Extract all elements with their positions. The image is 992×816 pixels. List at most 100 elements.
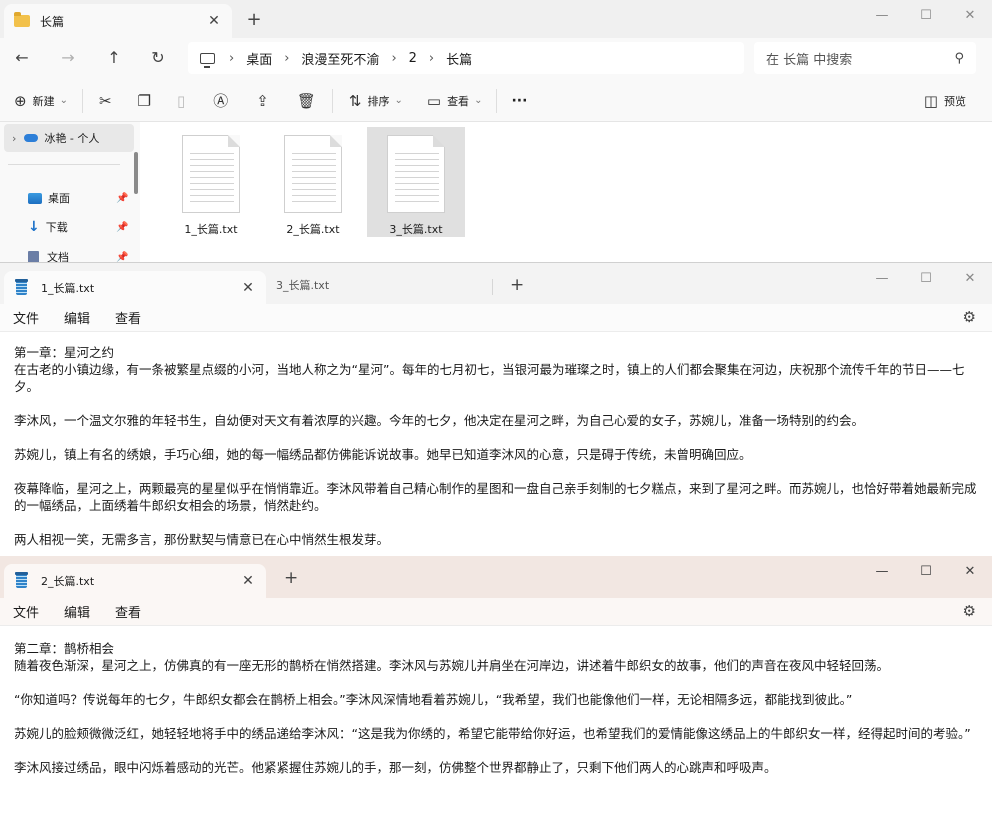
breadcrumb-separator: › — [229, 50, 235, 66]
text-editor[interactable]: 第二章：鹊桥相会 随着夜色渐深，星河之上，仿佛真的有一座无形的鹊桥在悄然搭建。李… — [14, 640, 986, 776]
breadcrumb-separator: › — [391, 50, 397, 66]
file-item[interactable]: 2_长篇.txt — [264, 127, 362, 237]
text-editor[interactable]: 第一章：星河之约 在古老的小镇边缘，有一条被繁星点缀的小河，当地人称之为“星河”… — [14, 344, 986, 548]
chevron-right-icon: › — [12, 131, 17, 145]
notepad-menubar: 文件 编辑 查看 ⚙ — [0, 598, 992, 626]
explorer-titlebar: 长篇 ✕ + — ☐ ✕ — [0, 0, 992, 38]
delete-button[interactable]: 🗑 — [297, 92, 316, 110]
text-line: 李沐风，一个温文尔雅的年轻书生，自幼便对天文有着浓厚的兴趣。今年的七夕，他决定在… — [14, 413, 865, 428]
menu-view[interactable]: 查看 — [115, 308, 141, 327]
settings-gear-icon[interactable]: ⚙ — [963, 602, 976, 620]
menu-edit[interactable]: 编辑 — [64, 602, 90, 621]
maximize-button[interactable]: ☐ — [904, 556, 948, 586]
sidebar-item-onedrive[interactable]: › 冰艳 - 个人 — [4, 124, 134, 152]
file-name: 3_长篇.txt — [389, 223, 443, 236]
back-button[interactable]: ← — [10, 46, 34, 70]
cut-button[interactable]: ✂ — [99, 92, 112, 110]
text-line: 在古老的小镇边缘，有一条被繁星点缀的小河，当地人称之为“星河”。每年的七月初七，… — [14, 362, 965, 394]
close-tab-icon[interactable]: ✕ — [202, 13, 226, 29]
text-file-icon — [387, 135, 445, 213]
explorer-tab[interactable]: 长篇 ✕ — [4, 4, 232, 38]
file-item-selected[interactable]: 3_长篇.txt — [367, 127, 465, 237]
menu-file[interactable]: 文件 — [13, 308, 39, 327]
sidebar-item-label: 下载 — [45, 221, 68, 234]
more-options-button[interactable]: ··· — [511, 93, 527, 109]
toolbar-divider — [331, 88, 333, 113]
notepad-tab-active[interactable]: 2_长篇.txt ✕ — [4, 564, 266, 598]
toolbar-divider — [496, 88, 498, 113]
close-button[interactable]: ✕ — [948, 263, 992, 293]
settings-gear-icon[interactable]: ⚙ — [963, 308, 976, 326]
plus-circle-icon: ⊕ — [14, 91, 27, 110]
rename-button[interactable]: Ⓐ — [213, 90, 228, 111]
toolbar-divider — [81, 88, 83, 113]
search-input[interactable]: 在 长篇 中搜索 ⚲ — [754, 42, 976, 74]
search-icon: ⚲ — [954, 50, 964, 66]
sidebar-item-downloads[interactable]: ↓ 下载 📌 — [28, 219, 128, 235]
notepad-tab-active[interactable]: 1_长篇.txt ✕ — [4, 271, 266, 305]
forward-button[interactable]: → — [56, 46, 80, 70]
text-line: 苏婉儿的脸颊微微泛红，她轻轻地将手中的绣品递给李沐风：“这是我为你绣的，希望它能… — [14, 726, 971, 741]
trash-icon: 🗑 — [296, 91, 316, 110]
maximize-button[interactable]: ☐ — [904, 263, 948, 293]
notepad-window-controls: — ☐ ✕ — [860, 556, 992, 586]
pin-icon: 📌 — [116, 221, 129, 233]
minimize-button[interactable]: — — [860, 556, 904, 586]
maximize-button[interactable]: ☐ — [904, 0, 948, 30]
menu-edit[interactable]: 编辑 — [64, 308, 90, 327]
breadcrumb-item-2[interactable]: 2 — [409, 51, 417, 66]
explorer-toolbar: ⊕ 新建 ⌄ ✂ ❐ ▯ Ⓐ ⇪ 🗑 ⇅ 排序 ⌄ ▭ 查看 ⌄ ··· ◫ 预… — [0, 80, 992, 122]
notepad-window-controls: — ☐ ✕ — [860, 263, 992, 293]
sort-label: 排序 — [367, 94, 390, 108]
file-item[interactable]: 1_长篇.txt — [162, 127, 260, 237]
menu-view[interactable]: 查看 — [115, 602, 141, 621]
new-tab-button[interactable]: + — [244, 9, 264, 30]
text-line: 随着夜色渐深，星河之上，仿佛真的有一座无形的鹊桥在悄然搭建。李沐风与苏婉儿并肩坐… — [14, 658, 890, 673]
breadcrumb-item-desktop[interactable]: 桌面 — [246, 49, 272, 68]
view-button[interactable]: ▭ 查看 ⌄ — [427, 92, 483, 110]
minimize-button[interactable]: — — [860, 0, 904, 30]
new-button[interactable]: ⊕ 新建 ⌄ — [14, 92, 68, 110]
file-name: 1_长篇.txt — [184, 223, 238, 236]
sidebar-item-label: 冰艳 - 个人 — [44, 132, 100, 145]
chevron-down-icon: ⌄ — [394, 95, 403, 106]
menu-file[interactable]: 文件 — [13, 602, 39, 621]
breadcrumb-item-current[interactable]: 长篇 — [446, 49, 472, 68]
close-button[interactable]: ✕ — [948, 0, 992, 30]
text-line: 第二章：鹊桥相会 — [14, 641, 115, 656]
preview-pane-button[interactable]: ◫ 预览 — [924, 92, 966, 110]
sidebar-item-desktop[interactable]: 桌面 📌 — [28, 190, 128, 206]
share-button[interactable]: ⇪ — [256, 92, 269, 110]
address-bar[interactable]: › 桌面 › 浪漫至死不渝 › 2 › 长篇 — [188, 42, 744, 74]
close-button[interactable]: ✕ — [948, 556, 992, 586]
preview-label: 预览 — [944, 94, 966, 108]
new-tab-button[interactable]: + — [284, 568, 298, 588]
text-line: 两人相视一笑，无需多言，那份默契与情意已在心中悄然生根发芽。 — [14, 532, 390, 547]
new-tab-button[interactable]: + — [510, 275, 524, 295]
sidebar-item-documents[interactable]: 文档 📌 — [28, 249, 128, 262]
sidebar-scrollbar[interactable] — [134, 152, 138, 194]
file-name: 2_长篇.txt — [286, 223, 340, 236]
up-button[interactable]: ↑ — [102, 46, 126, 70]
sidebar-divider — [8, 164, 120, 165]
folder-icon — [14, 12, 30, 27]
this-pc-icon — [200, 52, 215, 68]
file-explorer-window: 长篇 ✕ + — ☐ ✕ ← → ↑ ↻ › 桌面 › 浪漫至死不渝 › 2 ›… — [0, 0, 992, 262]
paste-button[interactable]: ▯ — [177, 92, 185, 110]
explorer-tab-label: 长篇 — [40, 14, 65, 29]
view-label: 查看 — [447, 94, 470, 108]
text-line: 夜幕降临，星河之上，两颗最亮的星星似乎在悄悄靠近。李沐风带着自己精心制作的星图和… — [14, 481, 977, 513]
paste-icon: ▯ — [177, 91, 186, 110]
breadcrumb-item-folder[interactable]: 浪漫至死不渝 — [301, 49, 379, 68]
sort-button[interactable]: ⇅ 排序 ⌄ — [349, 92, 403, 110]
refresh-button[interactable]: ↻ — [146, 46, 170, 70]
minimize-button[interactable]: — — [860, 263, 904, 293]
notepad-tab-inactive[interactable]: 3_长篇.txt — [276, 277, 329, 293]
explorer-navbar: ← → ↑ ↻ › 桌面 › 浪漫至死不渝 › 2 › 长篇 在 长篇 中搜索 … — [0, 38, 992, 78]
copy-button[interactable]: ❐ — [138, 92, 151, 110]
onedrive-cloud-icon — [24, 134, 39, 142]
close-tab-icon[interactable]: ✕ — [234, 280, 262, 296]
notepad-icon — [15, 279, 28, 295]
text-file-icon — [182, 135, 240, 213]
close-tab-icon[interactable]: ✕ — [234, 573, 262, 589]
